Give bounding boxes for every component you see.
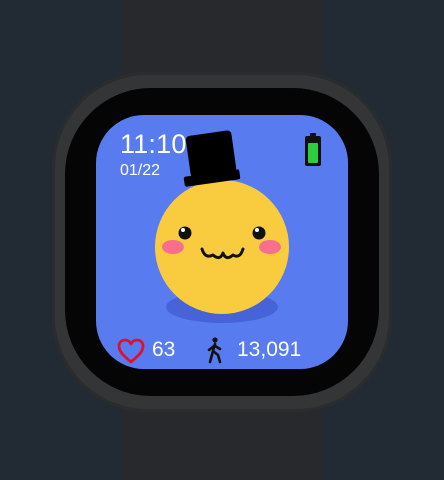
steps-value: 13,091 [237, 338, 302, 361]
walker-body [207, 342, 222, 364]
right-eye [252, 226, 266, 240]
left-eye [178, 226, 192, 240]
heart-outline-icon [117, 338, 145, 364]
tophat-emoji-face[interactable] [142, 125, 302, 335]
stats-row: 63 13,091 [116, 336, 336, 366]
battery-fill [308, 143, 318, 163]
battery-terminal [310, 133, 316, 136]
walking-person-icon [207, 337, 222, 364]
right-eye-highlight [255, 228, 259, 232]
battery-icon [305, 133, 321, 166]
walker-head [212, 337, 218, 343]
left-eye-highlight [181, 228, 185, 232]
heart-rate-value: 63 [152, 338, 176, 361]
hat-crown [185, 130, 237, 178]
left-cheek [162, 240, 184, 254]
watch-screen[interactable]: 11:10 01/22 63 13,091 [96, 115, 348, 369]
top-hat-icon [183, 130, 241, 187]
watch-stage: 11:10 01/22 63 13,091 [0, 0, 444, 480]
right-cheek [259, 240, 281, 254]
heart-shape [117, 338, 145, 364]
